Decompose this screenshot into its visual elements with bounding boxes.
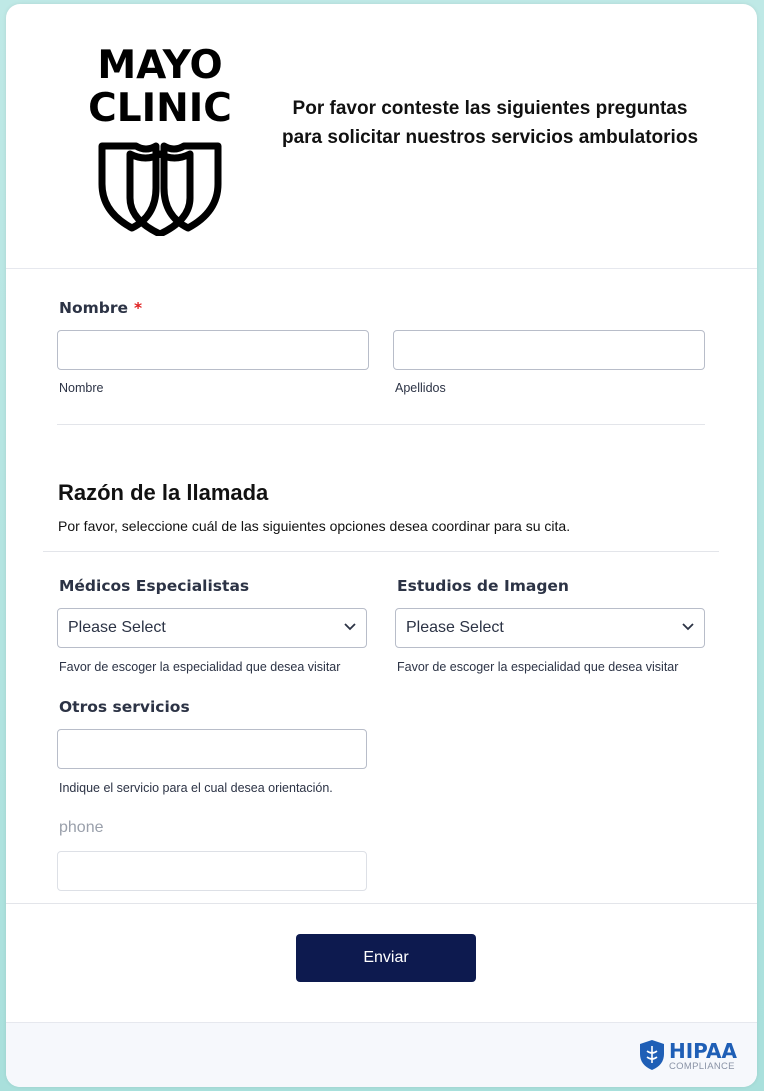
logo-line-2: CLINIC <box>88 86 232 131</box>
header-title: Por favor conteste las siguientes pregun… <box>281 98 699 148</box>
submit-button[interactable]: Enviar <box>296 934 476 982</box>
last-name-sublabel: Apellidos <box>395 381 446 395</box>
specialists-selected: Please Select <box>68 619 166 636</box>
footer: HIPAA COMPLIANCE <box>6 1022 757 1087</box>
specialists-select[interactable]: Please Select <box>57 608 367 648</box>
other-services-label: Otros servicios <box>59 698 190 716</box>
form-card: MAYO CLINIC Por favor conteste las sigui… <box>6 4 757 1087</box>
logo-line-1: MAYO <box>97 43 223 88</box>
imaging-help: Favor de escoger la especialidad que des… <box>397 660 679 674</box>
imaging-select[interactable]: Please Select <box>395 608 705 648</box>
specialists-label: Médicos Especialistas <box>59 577 250 595</box>
imaging-selected: Please Select <box>406 619 504 636</box>
shields-icon <box>98 142 222 236</box>
first-name-sublabel: Nombre <box>59 381 104 395</box>
hipaa-subtitle: COMPLIANCE <box>669 1061 735 1072</box>
required-mark: * <box>134 299 143 317</box>
shield-icon <box>640 1040 664 1070</box>
chevron-down-icon <box>344 623 356 631</box>
last-name-input[interactable] <box>393 330 705 370</box>
specialists-help: Favor de escoger la especialidad que des… <box>59 660 341 674</box>
section-title: Razón de la llamada <box>58 480 269 505</box>
logo-text: MAYO CLINIC <box>80 44 240 130</box>
phone-label: phone <box>59 819 104 836</box>
other-services-help: Indique el servicio para el cual desea o… <box>59 781 333 795</box>
section-description: Por favor, seleccione cuál de las siguie… <box>58 518 571 534</box>
section-divider <box>43 551 719 552</box>
name-label-text: Nombre <box>59 299 129 317</box>
phone-input[interactable] <box>57 851 367 891</box>
name-label: Nombre * <box>59 299 142 317</box>
hipaa-title: HIPAA <box>669 1039 737 1063</box>
chevron-down-icon <box>682 623 694 631</box>
hipaa-badge: HIPAA COMPLIANCE <box>639 1039 739 1075</box>
form-header: MAYO CLINIC Por favor conteste las sigui… <box>6 4 757 269</box>
divider <box>57 424 705 425</box>
mayo-clinic-logo: MAYO CLINIC <box>80 44 240 244</box>
other-services-input[interactable] <box>57 729 367 769</box>
footer-divider <box>6 903 757 904</box>
imaging-label: Estudios de Imagen <box>397 577 569 595</box>
first-name-input[interactable] <box>57 330 369 370</box>
